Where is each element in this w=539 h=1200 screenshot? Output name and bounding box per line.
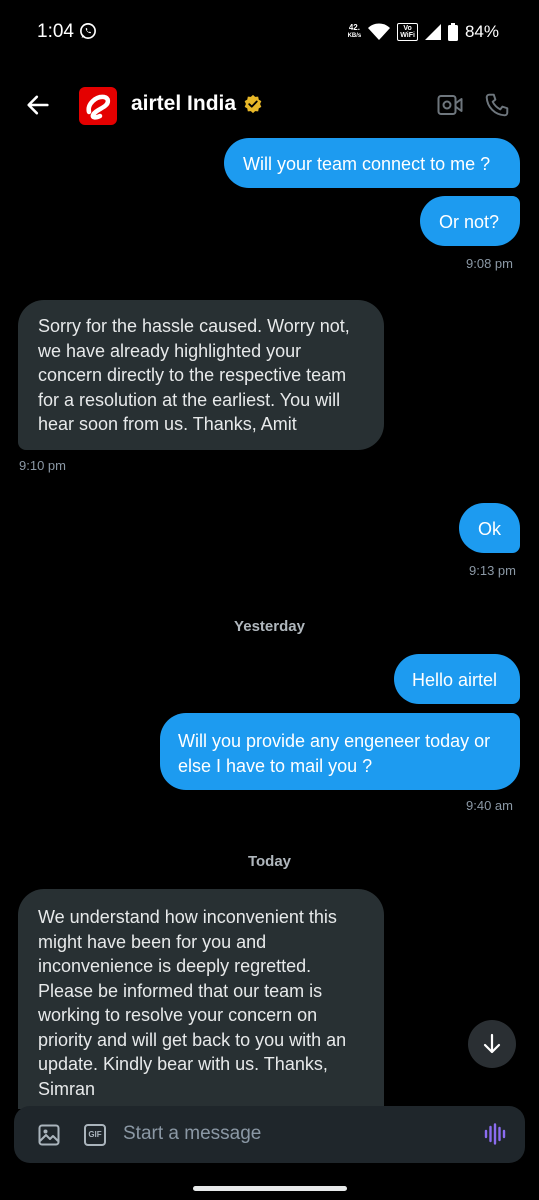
incoming-message[interactable]: We understand how inconvenient this migh… [18, 889, 384, 1109]
verified-badge-icon [244, 94, 262, 114]
whatsapp-icon [80, 23, 96, 39]
status-bar: 1:04 42. KB/s Vo WiFi 84% [0, 0, 539, 62]
vowifi-top: Vo [403, 25, 412, 32]
arrow-down-icon [483, 1033, 501, 1054]
message-text: We understand how inconvenient this migh… [38, 907, 347, 1099]
video-call-icon[interactable] [437, 93, 463, 117]
home-indicator[interactable] [193, 1186, 347, 1191]
scroll-to-bottom-button[interactable] [468, 1020, 516, 1068]
image-icon[interactable] [38, 1124, 60, 1146]
wifi-icon [368, 23, 391, 40]
incoming-message[interactable]: Sorry for the hassle caused. Worry not, … [18, 300, 384, 450]
vowifi-bottom: WiFi [400, 32, 415, 39]
phone-call-icon[interactable] [484, 92, 510, 118]
message-text: Or not? [439, 212, 500, 232]
message-timestamp: 9:40 am [466, 798, 513, 813]
message-text: Hello airtel [412, 670, 498, 690]
outgoing-message[interactable]: Ok [459, 503, 520, 553]
message-text: Will your team connect to me ? [243, 154, 491, 174]
date-separator: Today [247, 853, 292, 870]
outgoing-message[interactable]: Hello airtel [394, 654, 520, 704]
message-timestamp: 9:13 pm [469, 563, 516, 578]
battery-percent: 84% [464, 22, 499, 41]
conversation-header: airtel India [0, 75, 539, 135]
speed-unit: KB/s [347, 33, 362, 39]
speed-value: 42. [348, 23, 360, 32]
message-text: Ok [478, 519, 502, 539]
message-composer: GIF [14, 1106, 525, 1163]
airtel-logo-icon [86, 94, 111, 120]
message-timestamp: 9:10 pm [19, 458, 66, 473]
message-timestamp: 9:08 pm [466, 256, 513, 271]
status-time: 1:04 [37, 21, 74, 42]
status-icons: 42. KB/s Vo WiFi 84% [348, 19, 499, 45]
outgoing-message[interactable]: Will you provide any engeneer today or e… [160, 713, 520, 790]
vowifi-badge: Vo WiFi [397, 23, 418, 41]
gif-button[interactable]: GIF [84, 1124, 106, 1146]
battery-icon [447, 23, 458, 41]
message-text: Sorry for the hassle caused. Worry not, … [38, 316, 350, 434]
message-text: Will you provide any engeneer today or e… [178, 731, 491, 776]
date-separator: Yesterday [234, 618, 305, 635]
avatar[interactable] [79, 87, 117, 125]
signal-icon [424, 24, 441, 40]
voice-message-icon[interactable] [484, 1123, 506, 1145]
outgoing-message[interactable]: Will your team connect to me ? [224, 138, 520, 188]
message-input[interactable] [123, 1123, 453, 1145]
contact-name[interactable]: airtel India [131, 92, 236, 116]
back-arrow-icon[interactable] [24, 91, 52, 119]
network-speed: 42. KB/s [348, 23, 362, 41]
outgoing-message[interactable]: Or not? [420, 196, 520, 246]
